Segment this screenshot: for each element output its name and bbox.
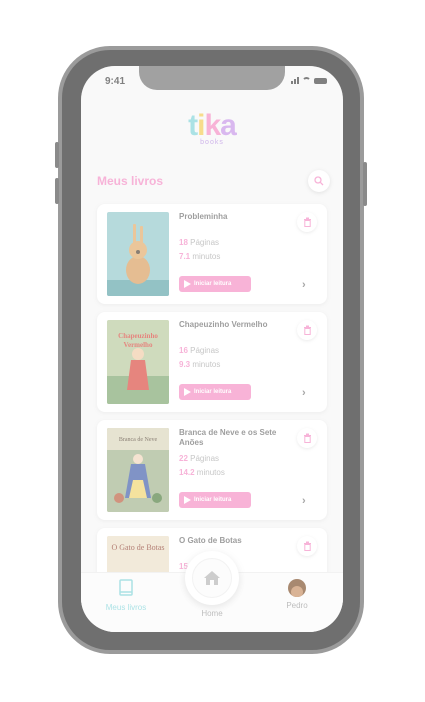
side-button-right <box>363 162 367 206</box>
svg-text:O Gato de Botas: O Gato de Botas <box>111 543 164 552</box>
signal-icon <box>291 77 299 84</box>
book-card[interactable]: Branca de Neve Branca de Neve e os Sete … <box>97 420 327 520</box>
status-time: 9:41 <box>105 76 126 87</box>
nav-item-profile[interactable]: Pedro <box>262 579 332 610</box>
battery-icon <box>314 77 327 84</box>
book-pages: 18 Páginas <box>179 238 220 247</box>
book-title: Branca de Neve e os Sete Anões <box>179 428 277 447</box>
book-minutes: 7.1 minutos <box>179 252 221 261</box>
book-title: Chapeuzinho Vermelho <box>179 320 268 329</box>
nav-item-home[interactable]: Home <box>177 609 247 618</box>
nav-item-meus-livros[interactable]: Meus livros <box>91 579 161 612</box>
svg-text:Vermelho: Vermelho <box>124 341 153 349</box>
chevron-right-icon[interactable]: › <box>302 387 306 399</box>
bottom-nav: Meus livros Home Pedro <box>81 551 343 632</box>
app-screen: 9:41 tika books Meus livros Probleminha … <box>81 66 343 632</box>
side-button-left-1 <box>55 142 59 168</box>
trash-icon <box>303 541 311 551</box>
book-card[interactable]: Probleminha 18 Páginas 7.1 minutos Inici… <box>97 204 327 304</box>
svg-text:Branca de Neve: Branca de Neve <box>119 437 158 443</box>
book-cover <box>107 212 169 296</box>
section-title: Meus livros <box>97 174 164 188</box>
chevron-right-icon[interactable]: › <box>302 495 306 507</box>
delete-button[interactable] <box>297 320 317 340</box>
play-icon <box>184 280 191 288</box>
book-minutes: 14.2 minutos <box>179 468 225 477</box>
logo-word: tika <box>188 109 237 142</box>
play-icon <box>184 496 191 504</box>
start-reading-button[interactable]: Iniciar leitura <box>179 384 251 400</box>
book-icon <box>119 579 133 596</box>
book-title: O Gato de Botas <box>179 536 242 545</box>
delete-button[interactable] <box>297 212 317 232</box>
side-button-left-2 <box>55 178 59 204</box>
start-reading-button[interactable]: Iniciar leitura <box>179 276 251 292</box>
search-icon <box>314 176 324 186</box>
book-minutes: 9.3 minutos <box>179 360 221 369</box>
notch <box>139 66 285 90</box>
chevron-right-icon[interactable]: › <box>302 279 306 291</box>
home-icon <box>204 571 220 585</box>
avatar <box>288 579 306 597</box>
book-pages: 22 Páginas <box>179 454 220 463</box>
start-reading-button[interactable]: Iniciar leitura <box>179 492 251 508</box>
wifi-icon <box>302 77 311 84</box>
book-cover: Branca de Neve <box>107 428 169 512</box>
home-button-inner <box>192 558 232 598</box>
logo-subtitle: books <box>200 139 224 146</box>
play-icon <box>184 388 191 396</box>
home-button[interactable] <box>185 551 239 605</box>
trash-icon <box>303 325 311 335</box>
app-logo: tika books <box>81 109 343 147</box>
nav-label: Meus livros <box>105 603 147 612</box>
book-pages: 16 Páginas <box>179 346 220 355</box>
delete-button[interactable] <box>297 428 317 448</box>
trash-icon <box>303 217 311 227</box>
svg-text:Chapeuzinho: Chapeuzinho <box>118 332 158 340</box>
trash-icon <box>303 433 311 443</box>
book-cover: Chapeuzinho Vermelho <box>107 320 169 404</box>
search-button[interactable] <box>308 170 330 192</box>
nav-label: Pedro <box>286 601 308 610</box>
status-icons <box>291 77 327 84</box>
book-card[interactable]: Chapeuzinho Vermelho Chapeuzinho Vermelh… <box>97 312 327 412</box>
book-title: Probleminha <box>179 212 228 221</box>
nav-label: Home <box>201 609 223 618</box>
delete-button[interactable] <box>297 536 317 556</box>
